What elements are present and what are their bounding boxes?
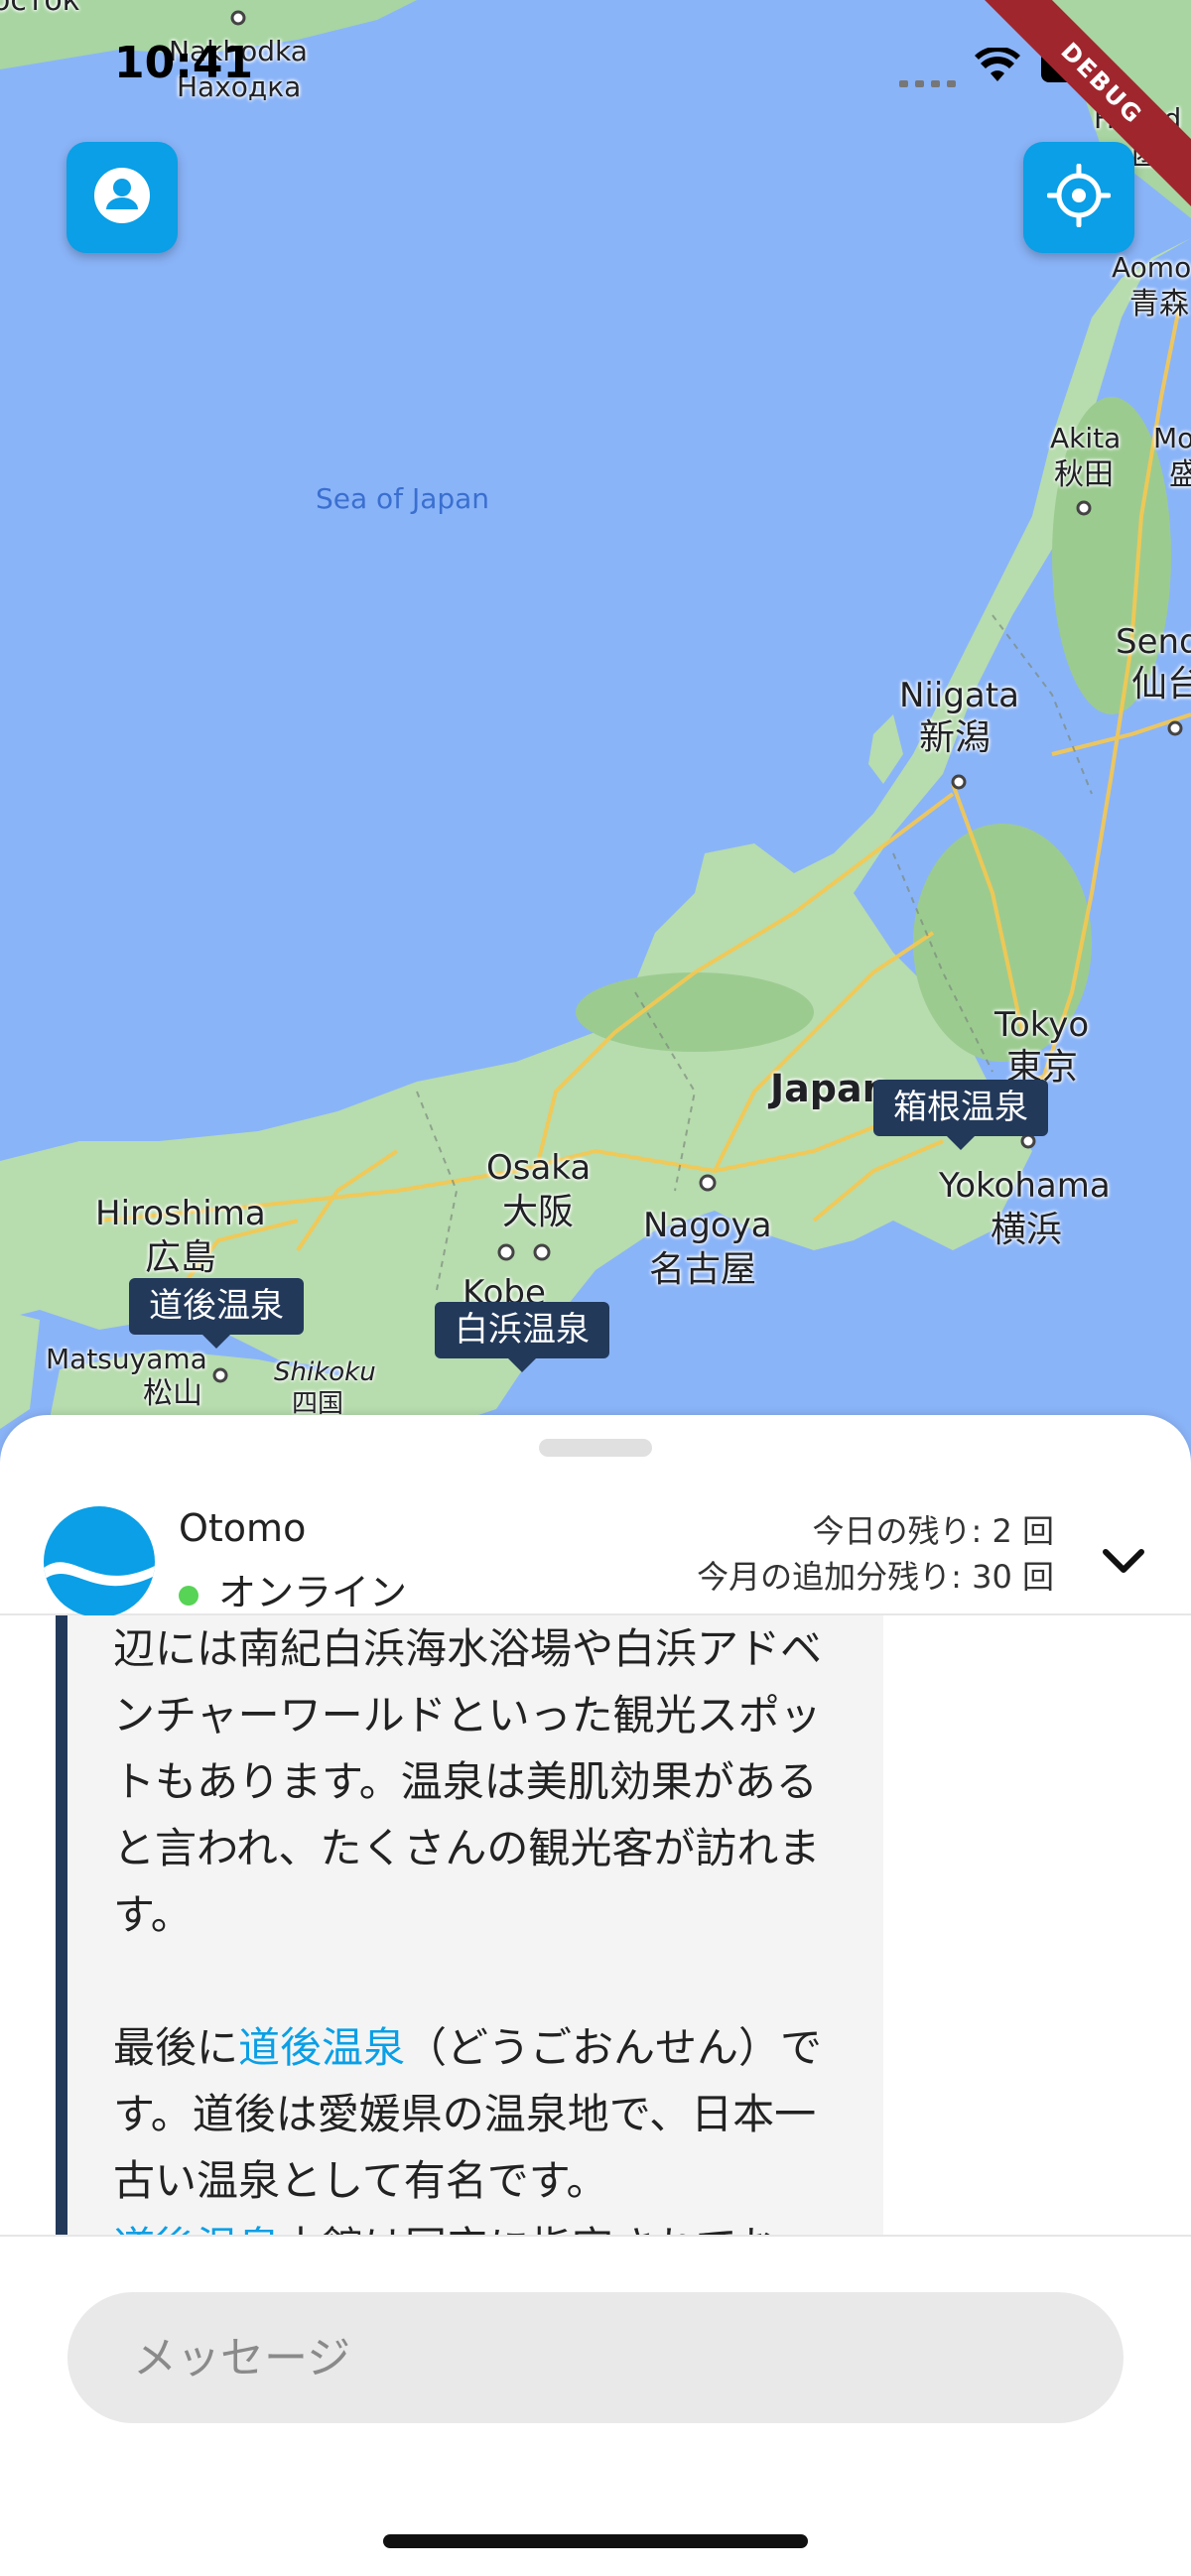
map-label-matsuyama-en: Matsuyama xyxy=(46,1343,207,1375)
map-label-vostok: осток xyxy=(0,0,80,18)
message-text: 本館は国宝に指定されてお xyxy=(280,2223,777,2235)
map-label-akita-en: Akita xyxy=(1050,422,1122,454)
chevron-down-icon[interactable] xyxy=(1102,1546,1145,1576)
message-text: 最後に xyxy=(113,2023,239,2072)
chat-messages[interactable]: 辺には南紀白浜海水浴場や白浜アドベンチャーワールドといった観光スポットもあります… xyxy=(0,1615,1191,2235)
profile-button[interactable] xyxy=(66,142,178,253)
chat-header: Otomo オンライン 今日の残り: 2 回 今月の追加分残り: 30 回 xyxy=(0,1455,1191,1617)
onsen-marker-shirahama[interactable]: 白浜温泉 xyxy=(435,1302,609,1373)
map-label-osaka-en: Osaka xyxy=(486,1148,592,1188)
map-label-sendai-ja: 仙台 xyxy=(1131,664,1191,705)
message-paragraph-1: 辺には南紀白浜海水浴場や白浜アドベンチャーワールドといった観光スポットもあります… xyxy=(113,1624,823,1939)
map-label-yokohama-ja: 横浜 xyxy=(991,1210,1063,1250)
onsen-link-dogo-honkan[interactable]: 道後温泉 xyxy=(113,2223,280,2235)
bot-message-bubble: 辺には南紀白浜海水浴場や白浜アドベンチャーワールドといった観光スポットもあります… xyxy=(56,1615,883,2235)
map-label-japan: Japan xyxy=(770,1067,889,1110)
onsen-link-dogo[interactable]: 道後温泉 xyxy=(238,2023,405,2072)
online-status: オンライン xyxy=(179,1562,407,1616)
message-paragraph-2: 最後に道後温泉（どうごおんせん）です。道後は愛媛県の温泉地で、日本一古い温泉とし… xyxy=(113,2014,828,2214)
bot-name: Otomo xyxy=(179,1506,307,1550)
map-label-nagoya-en: Nagoya xyxy=(643,1206,772,1245)
onsen-marker-hakone[interactable]: 箱根温泉 xyxy=(873,1080,1048,1151)
map-label-yokohama-en: Yokohama xyxy=(939,1166,1111,1206)
map-label-aomori-en: Aomo xyxy=(1112,251,1191,284)
map-label-morioka-en: Mo xyxy=(1153,422,1191,454)
map-label-nagoya-ja: 名古屋 xyxy=(649,1249,757,1290)
map-label-morioka-ja: 盛 xyxy=(1169,457,1191,492)
status-bar-time: 10:41 xyxy=(114,38,254,88)
map-label-niigata-ja: 新潟 xyxy=(919,717,992,758)
crosshair-icon xyxy=(1046,163,1112,231)
map-label-hiroshima-en: Hiroshima xyxy=(95,1194,266,1233)
quota-today: 今日の残り: 2 回 xyxy=(812,1512,1055,1550)
map-label-niigata-en: Niigata xyxy=(899,676,1019,715)
cellular-signal-icon xyxy=(899,73,957,87)
map-label-matsuyama-ja: 松山 xyxy=(143,1376,202,1411)
map-label-sendai-en: Send xyxy=(1116,622,1191,662)
home-indicator xyxy=(383,2534,808,2548)
map-label-akita-ja: 秋田 xyxy=(1054,457,1114,492)
onsen-marker-dogo[interactable]: 道後温泉 xyxy=(129,1278,304,1350)
map-label-shikoku-en: Shikoku xyxy=(274,1357,376,1387)
online-dot-icon xyxy=(179,1585,198,1606)
map-label-osaka-ja: 大阪 xyxy=(502,1192,575,1232)
message-input[interactable] xyxy=(67,2292,1124,2423)
online-status-label: オンライン xyxy=(218,1571,408,1614)
map-label-hiroshima-ja: 広島 xyxy=(145,1237,217,1278)
map-label-tokyo-en: Tokyo xyxy=(994,1005,1090,1045)
my-location-button[interactable] xyxy=(1023,142,1134,253)
message-paragraph-3: 道後温泉本館は国宝に指定されてお xyxy=(113,2214,828,2235)
bot-avatar xyxy=(44,1506,155,1617)
map-view[interactable]: осток Nakhodka Находка Hakod 函館 Aomo 青森 … xyxy=(0,0,1191,1469)
map-label-aomori-ja: 青森 xyxy=(1129,287,1189,322)
map-label-sea-of-japan: Sea of Japan xyxy=(316,482,490,515)
person-icon xyxy=(92,166,152,229)
wifi-icon xyxy=(975,46,1020,83)
input-bar-divider xyxy=(0,2235,1191,2237)
map-label-shikoku-ja: 四国 xyxy=(292,1389,344,1419)
quota-month: 今月の追加分残り: 30 回 xyxy=(697,1558,1054,1596)
